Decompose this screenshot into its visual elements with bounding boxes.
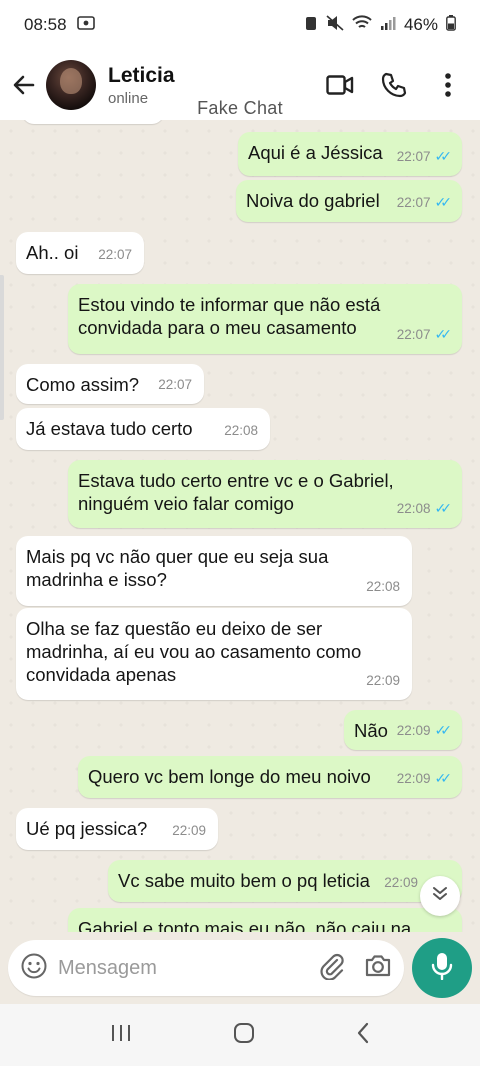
voice-record-button[interactable] (412, 938, 472, 998)
back-nav-icon[interactable] (355, 1021, 371, 1050)
message-time: 22:07 (396, 149, 431, 164)
message-bubble-out[interactable]: Estava tudo certo entre vc e o Gabriel, … (68, 460, 462, 528)
message-time: 22:08 (396, 501, 431, 516)
read-ticks-icon: ✓✓ (434, 722, 453, 738)
scroll-indicator (0, 275, 4, 420)
emoji-icon[interactable] (20, 952, 48, 985)
message-bubble-out[interactable]: Gabriel e tonto mais eu não, não caiu na (68, 908, 462, 932)
message-time: 22:07 (98, 247, 132, 262)
message-text: Gabriel e tonto mais eu não, não caiu na (78, 918, 412, 932)
message-text: Estava tudo certo entre vc e o Gabriel, … (78, 470, 394, 514)
message-time: 22:07 (396, 195, 431, 210)
message-time: 22:09 (396, 723, 431, 738)
message-bubble-in[interactable]: Ah.. oi 22:07 (16, 232, 144, 274)
contact-name: Leticia (108, 63, 175, 87)
read-ticks-icon: ✓✓ (434, 326, 453, 342)
read-ticks-icon: ✓✓ (434, 148, 453, 164)
voice-call-icon[interactable] (378, 69, 410, 101)
message-time: 22:08 (366, 579, 400, 594)
message-time: 22:09 (384, 875, 418, 890)
message-text: Ué pq jessica? (26, 818, 148, 839)
battery-percent: 46% (403, 15, 438, 34)
message-text: Não (354, 720, 388, 741)
message-time: 22:09 (366, 673, 400, 688)
watermark-label: Fake Chat (197, 98, 283, 118)
message-text: Mais pq vc não quer que eu seja sua madr… (26, 546, 329, 590)
battery-icon (446, 14, 456, 36)
status-time: 08:58 (24, 15, 67, 34)
recent-apps-icon[interactable] (109, 1022, 133, 1049)
message-time: 22:08 (224, 423, 258, 438)
message-bubble-out[interactable]: Noiva do gabriel 22:07 ✓✓ (236, 180, 462, 222)
message-bubble-out[interactable]: Não 22:09 ✓✓ (344, 710, 462, 750)
double-chevron-down-icon (431, 886, 449, 907)
mute-icon (326, 14, 344, 36)
message-text: Ah.. oi (26, 242, 79, 263)
message-text: Estou vindo te informar que não está con… (78, 294, 381, 338)
scroll-to-bottom-button[interactable] (420, 876, 460, 916)
attach-icon[interactable] (318, 952, 344, 985)
message-time: 22:09 (396, 771, 431, 786)
read-ticks-icon: ✓✓ (434, 770, 453, 786)
message-text: Aqui é a Jéssica (248, 142, 383, 163)
message-list[interactable]: Aqui é a Jéssica 22:07 ✓✓ Noiva do gabrie… (0, 120, 480, 932)
read-ticks-icon: ✓✓ (434, 194, 453, 210)
message-text: Vc sabe muito bem o pq leticia (118, 870, 370, 891)
camera-icon[interactable] (364, 953, 392, 984)
message-bubble-in[interactable]: Ué pq jessica? 22:09 (16, 808, 218, 850)
message-text: Olha se faz questão eu deixo de ser madr… (26, 618, 362, 685)
message-time: 22:07 (158, 377, 192, 392)
message-bubble-in[interactable]: Como assim? 22:07 (16, 364, 204, 404)
signal-icon (380, 15, 396, 36)
message-bubble-in[interactable]: Olha se faz questão eu deixo de ser madr… (16, 608, 412, 700)
system-nav-bar (0, 1004, 480, 1066)
message-bubble-out[interactable]: Estou vindo te informar que não está con… (68, 284, 462, 354)
read-ticks-icon: ✓✓ (434, 500, 453, 516)
home-icon[interactable] (232, 1021, 256, 1050)
message-time: 22:07 (396, 327, 431, 342)
message-input[interactable] (58, 956, 288, 980)
message-text: Como assim? (26, 374, 140, 395)
partial-bubble (22, 120, 164, 124)
message-bubble-in[interactable]: Já estava tudo certo 22:08 (16, 408, 270, 450)
message-bubble-out[interactable]: Vc sabe muito bem o pq leticia 22:09 (108, 860, 462, 902)
message-input-container (8, 940, 404, 996)
more-options-icon[interactable] (432, 69, 464, 101)
message-bubble-out[interactable]: Aqui é a Jéssica 22:07 ✓✓ (238, 132, 462, 176)
screen-record-icon (76, 15, 95, 35)
wifi-icon (352, 14, 372, 36)
microphone-icon (431, 952, 453, 985)
message-bubble-out[interactable]: Quero vc bem longe do meu noivo 22:09 ✓✓ (78, 756, 462, 798)
message-text: Já estava tudo certo (26, 418, 193, 439)
message-bubble-in[interactable]: Mais pq vc não quer que eu seja sua madr… (16, 536, 412, 606)
message-time: 22:09 (172, 823, 206, 838)
message-text: Noiva do gabriel (246, 190, 380, 211)
video-call-icon[interactable] (324, 69, 356, 101)
status-bar: 08:58 46% (0, 0, 480, 50)
message-text: Quero vc bem longe do meu noivo (88, 766, 371, 787)
composer-bar (0, 932, 480, 1004)
alarm-icon (304, 15, 318, 36)
